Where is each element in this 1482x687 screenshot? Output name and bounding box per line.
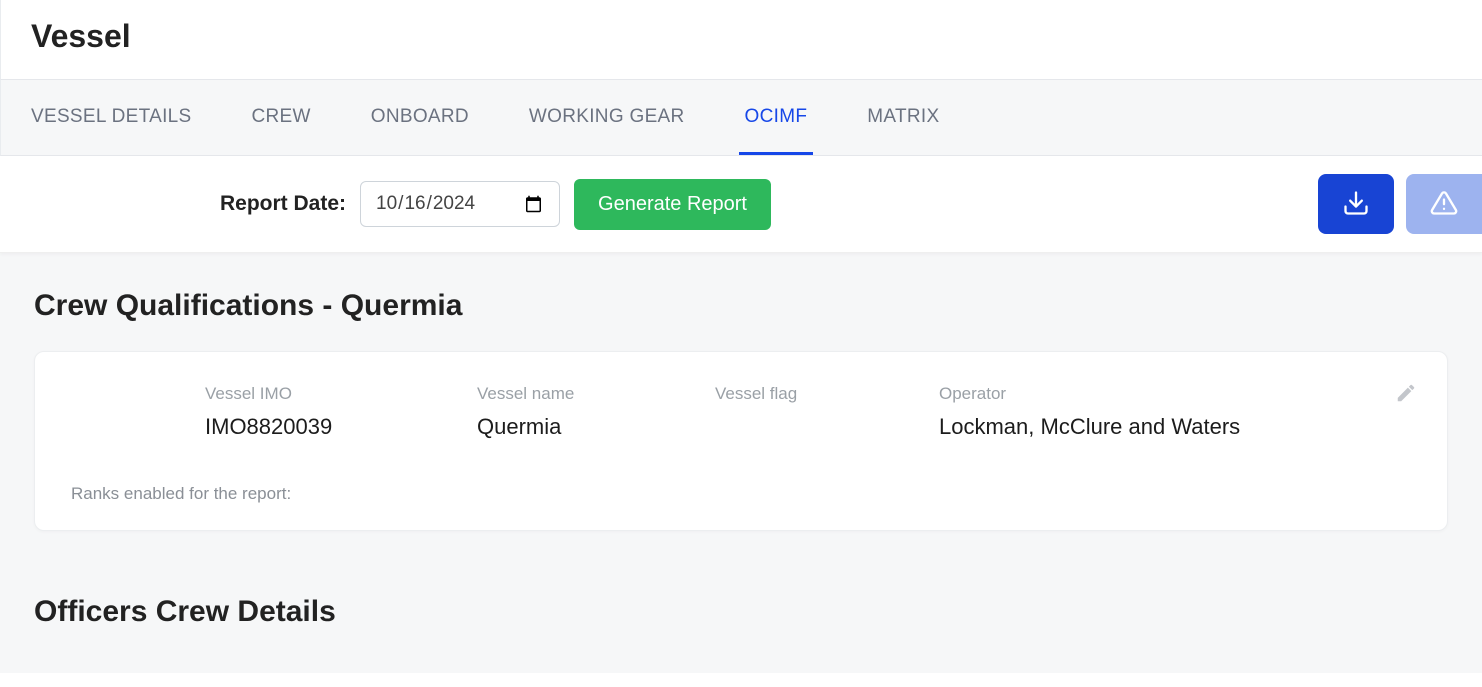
toolbar-left: Report Date: Generate Report: [220, 179, 771, 230]
page-header: Vessel: [0, 0, 1482, 79]
operator-label: Operator: [939, 384, 1411, 404]
toolbar-right: [1318, 174, 1482, 234]
field-vessel-name: Vessel name Quermia: [477, 384, 715, 440]
vessel-info-row: Vessel IMO IMO8820039 Vessel name Quermi…: [205, 384, 1411, 440]
vessel-flag-label: Vessel flag: [715, 384, 939, 404]
operator-value: Lockman, McClure and Waters: [939, 414, 1411, 440]
page-title: Vessel: [31, 18, 1452, 55]
officers-crew-title: Officers Crew Details: [34, 595, 1448, 629]
vessel-info-card: Vessel IMO IMO8820039 Vessel name Quermi…: [34, 351, 1448, 531]
edit-icon[interactable]: [1395, 382, 1417, 409]
tab-working-gear[interactable]: WORKING GEAR: [523, 80, 691, 155]
vessel-imo-value: IMO8820039: [205, 414, 477, 440]
download-button[interactable]: [1318, 174, 1394, 234]
vessel-name-label: Vessel name: [477, 384, 715, 404]
alert-button[interactable]: [1406, 174, 1482, 234]
tab-vessel-details[interactable]: VESSEL DETAILS: [25, 80, 198, 155]
tab-matrix[interactable]: MATRIX: [861, 80, 945, 155]
vessel-imo-label: Vessel IMO: [205, 384, 477, 404]
tab-crew[interactable]: CREW: [246, 80, 317, 155]
tab-ocimf[interactable]: OCIMF: [739, 80, 814, 155]
report-date-label: Report Date:: [220, 192, 346, 216]
report-date-input[interactable]: [360, 181, 560, 227]
alert-triangle-icon: [1430, 189, 1458, 220]
crew-qualifications-title: Crew Qualifications - Quermia: [34, 289, 1448, 323]
ranks-enabled-note: Ranks enabled for the report:: [71, 484, 1411, 504]
field-vessel-flag: Vessel flag: [715, 384, 939, 440]
tab-onboard[interactable]: ONBOARD: [365, 80, 475, 155]
field-operator: Operator Lockman, McClure and Waters: [939, 384, 1411, 440]
tab-bar: VESSEL DETAILS CREW ONBOARD WORKING GEAR…: [0, 79, 1482, 156]
vessel-name-value: Quermia: [477, 414, 715, 440]
report-toolbar: Report Date: Generate Report: [0, 156, 1482, 253]
content-area: Crew Qualifications - Quermia Vessel IMO…: [0, 253, 1482, 673]
download-icon: [1342, 189, 1370, 220]
generate-report-button[interactable]: Generate Report: [574, 179, 771, 230]
field-vessel-imo: Vessel IMO IMO8820039: [205, 384, 477, 440]
